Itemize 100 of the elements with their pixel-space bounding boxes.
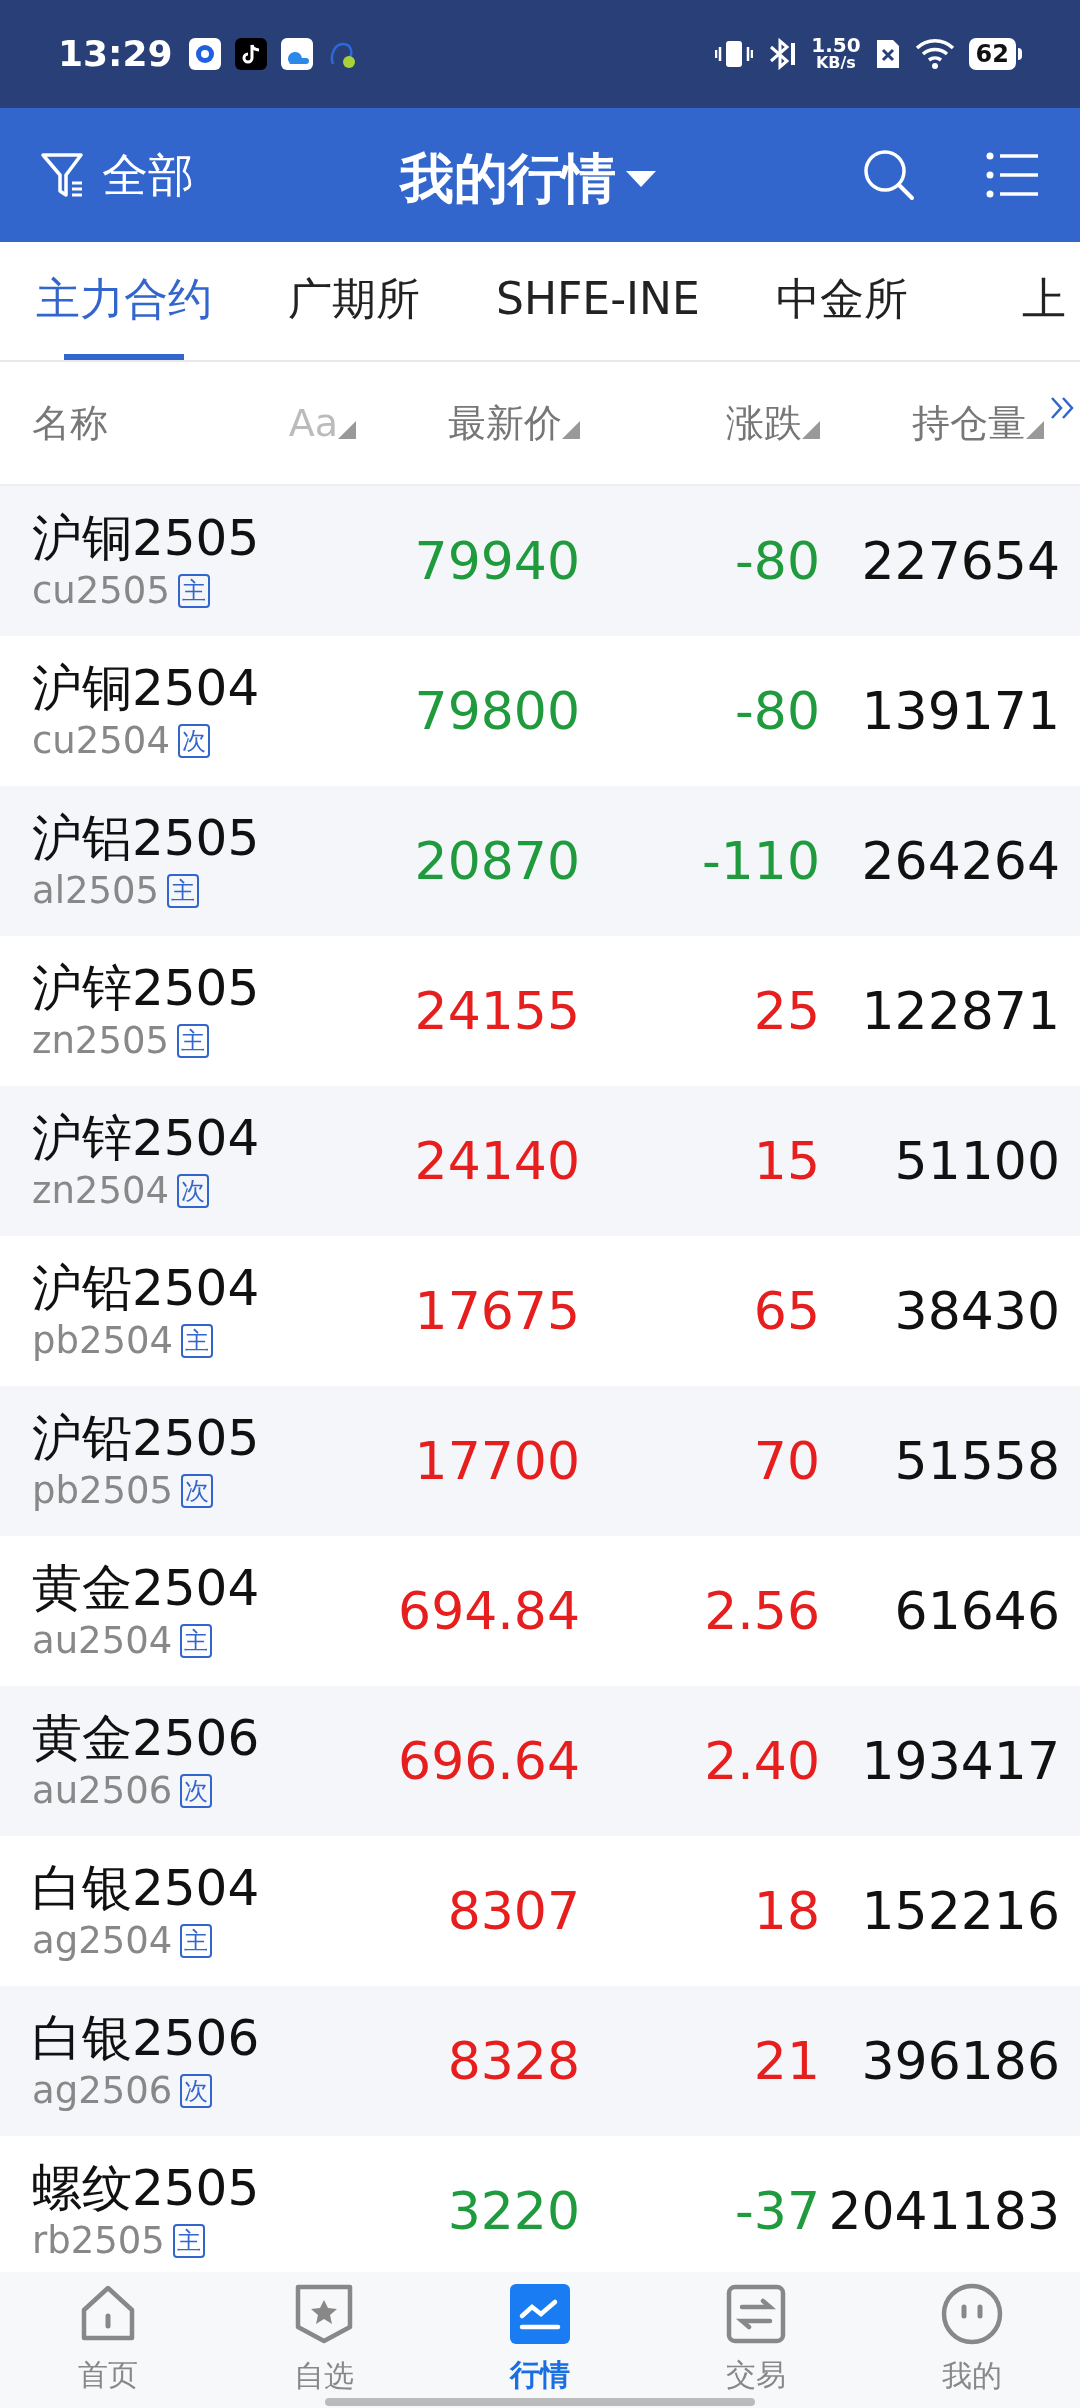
contract-tag: 次 [180, 1774, 213, 1808]
quote-row[interactable]: 沪锌2504 zn2504 次 24140 15 51100 [0, 1086, 1080, 1236]
double-chevron-icon[interactable] [1050, 396, 1076, 420]
change-cell-text: -110 [701, 830, 820, 893]
contract-code: zn2504 [32, 1168, 170, 1214]
contract-tag: 主 [181, 1324, 214, 1358]
change-cell-text: 18 [752, 1880, 820, 1943]
contract-tag: 主 [167, 874, 200, 908]
change-cell-text: -80 [734, 530, 820, 593]
contract-name: 沪铜2505 [32, 508, 261, 568]
change-cell-text: 65 [752, 1280, 820, 1343]
quote-row[interactable]: 沪铝2505 al2505 主 20870 -110 264264 [0, 786, 1080, 936]
contract-name: 沪锌2505 [32, 958, 261, 1018]
filter-button[interactable]: 全部 [40, 140, 194, 210]
change-cell-text: 15 [752, 1130, 820, 1193]
contract-tag: 主 [180, 1924, 213, 1958]
open-interest-cell-text: 61646 [893, 1580, 1060, 1643]
open-interest-cell-text: 38430 [893, 1280, 1060, 1343]
contract-code: ag2504 [32, 1918, 173, 1964]
cloud-app-icon [280, 38, 313, 70]
contract-code: au2504 [32, 1618, 173, 1664]
column-header[interactable]: 名称 [0, 394, 220, 452]
price-cell-text: 694.84 [397, 1580, 580, 1643]
quote-row[interactable]: 黄金2506 au2506 次 696.64 2.40 193417 [0, 1686, 1080, 1836]
swap-icon [726, 2283, 786, 2344]
contract-code: ag2506 [32, 2068, 173, 2114]
price-cell-text: 79800 [413, 680, 580, 743]
vibrate-icon [715, 38, 754, 70]
wifi-icon [914, 38, 955, 70]
contract-name: 沪锌2504 [32, 1108, 261, 1168]
contract-tag: 主 [180, 1624, 213, 1658]
change-cell-text: 2.40 [703, 1730, 820, 1793]
sort-icon [562, 421, 580, 439]
contract-code: pb2505 [32, 1468, 174, 1514]
open-interest-cell-text: 264264 [860, 830, 1060, 893]
price-cell-text: 20870 [413, 830, 580, 893]
column-header[interactable]: 最新价 [356, 394, 580, 452]
clock: 13:29 [58, 32, 173, 76]
quote-row[interactable]: 沪铜2505 cu2505 主 79940 -80 227654 [0, 486, 1080, 636]
price-cell-text: 17700 [413, 1430, 580, 1493]
contract-name: 沪铅2504 [32, 1258, 261, 1318]
contract-name: 沪铝2505 [32, 808, 261, 868]
quote-row[interactable]: 白银2506 ag2506 次 8328 21 396186 [0, 1986, 1080, 2136]
price-cell-text: 24140 [413, 1130, 580, 1193]
app-icon [188, 38, 221, 70]
contract-name: 黄金2504 [32, 1558, 261, 1618]
nav-tab[interactable]: 行情 [432, 2283, 648, 2397]
contract-code: rb2505 [32, 2218, 165, 2264]
open-interest-cell-text: 122871 [860, 980, 1060, 1043]
open-interest-cell-text: 51558 [893, 1430, 1060, 1493]
open-interest-cell-text: 51100 [893, 1130, 1060, 1193]
open-interest-cell-text: 139171 [860, 680, 1060, 743]
contract-tag: 主 [177, 1024, 210, 1058]
price-cell-text: 3220 [446, 2180, 580, 2243]
search-icon[interactable] [862, 148, 916, 202]
open-interest-cell-text: 227654 [860, 530, 1060, 593]
contract-name: 白银2506 [32, 2008, 261, 2068]
contract-code: cu2505 [32, 568, 170, 614]
sort-icon [338, 421, 356, 439]
sort-icon [1026, 421, 1044, 439]
contract-code: au2506 [32, 1768, 173, 1814]
music-note-icon [234, 38, 267, 70]
change-cell-text: 70 [752, 1430, 820, 1493]
exchange-tab[interactable]: 主力合约 [36, 266, 212, 360]
contract-name: 沪铜2504 [32, 658, 261, 718]
chart-icon [510, 2283, 570, 2344]
change-cell-text: -37 [734, 2180, 820, 2243]
menu-icon[interactable] [986, 151, 1040, 199]
exchange-tab[interactable]: 上 [983, 266, 1080, 360]
exchange-tab[interactable]: 广期所 [288, 266, 420, 360]
contract-tag: 次 [177, 1174, 210, 1208]
bluetooth-icon [767, 37, 798, 71]
contract-name: 沪铅2505 [32, 1408, 261, 1468]
battery-indicator: 62 [968, 38, 1022, 70]
contract-code: zn2505 [32, 1018, 170, 1064]
column-header[interactable]: 持仓量 [820, 394, 1044, 452]
change-cell-text: 2.56 [703, 1580, 820, 1643]
change-cell-text: -80 [734, 680, 820, 743]
open-interest-cell-text: 2041183 [827, 2180, 1060, 2243]
contract-name: 白银2504 [32, 1858, 261, 1918]
price-cell-text: 696.64 [397, 1730, 580, 1793]
change-cell-text: 25 [752, 980, 820, 1043]
price-cell-text: 8328 [446, 2030, 580, 2093]
star-shield-icon [294, 2282, 354, 2345]
price-cell-text: 79940 [413, 530, 580, 593]
smiley-icon [941, 2282, 1003, 2345]
contract-tag: 次 [181, 1474, 214, 1508]
quote-row[interactable]: 沪铅2505 pb2505 次 17700 70 51558 [0, 1386, 1080, 1536]
contract-tag: 主 [172, 2224, 205, 2258]
contract-tag: 次 [180, 2074, 213, 2108]
contract-code: al2505 [32, 868, 160, 914]
network-speed: 1.50 KB/s [811, 36, 861, 72]
exchange-tab[interactable]: 中金所 [775, 266, 908, 360]
price-cell-text: 8307 [446, 1880, 580, 1943]
title-dropdown[interactable]: 我的行情 [400, 138, 656, 219]
sim-card-icon [874, 38, 901, 70]
column-header[interactable]: 涨跌 [580, 394, 820, 452]
open-interest-cell-text: 193417 [860, 1730, 1060, 1793]
price-cell-text: 24155 [413, 980, 580, 1043]
exchange-tab[interactable]: SHFE-INE [496, 266, 700, 360]
